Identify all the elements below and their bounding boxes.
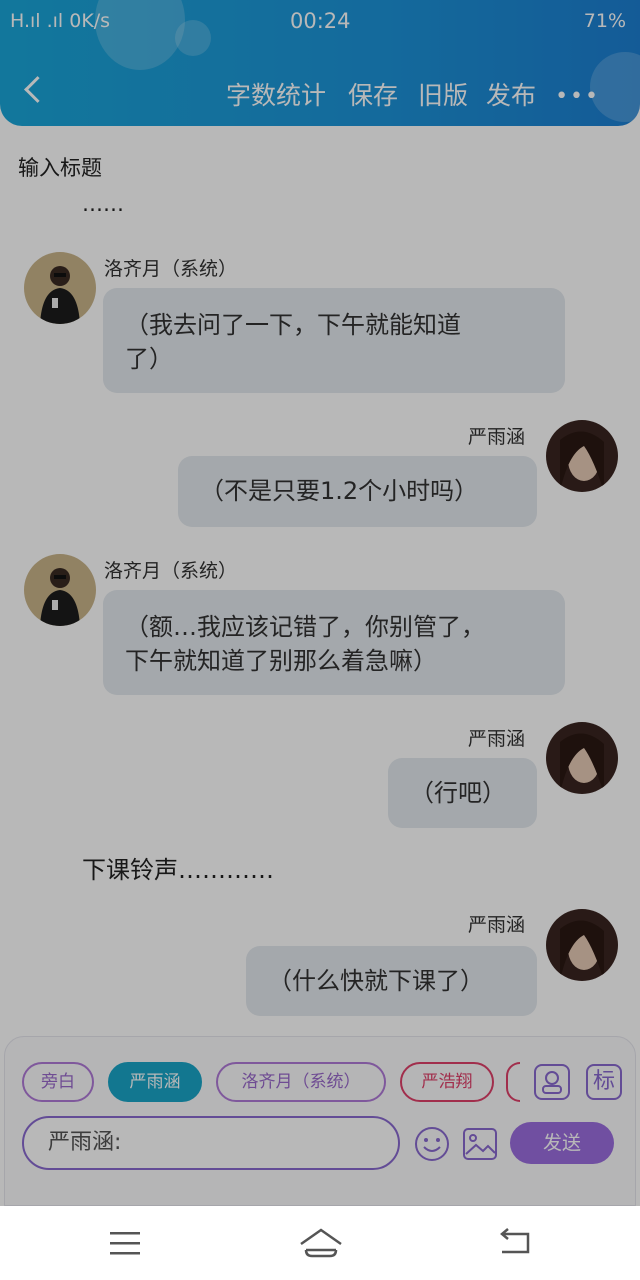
bubble-line: 下午就知道了别那么着急嘛） xyxy=(125,647,437,675)
chip-narrator[interactable]: 旁白 xyxy=(22,1062,94,1102)
avatar-luoqiyue[interactable] xyxy=(24,252,96,324)
tag-icon[interactable]: 标 xyxy=(586,1064,622,1100)
avatar-yanyuhan[interactable] xyxy=(546,909,618,981)
chat-bubble-right[interactable]: （不是只要1.2个小时吗） xyxy=(178,456,537,527)
avatar-yanyuhan[interactable] xyxy=(546,722,618,794)
image-icon[interactable] xyxy=(462,1126,498,1162)
old-version-button[interactable]: 旧版 xyxy=(418,76,468,112)
emoji-icon[interactable] xyxy=(414,1126,450,1162)
bubble-line: （不是只要1.2个小时吗） xyxy=(200,477,479,505)
save-button[interactable]: 保存 xyxy=(348,76,398,112)
chat-bubble-left[interactable]: （我去问了一下，下午就能知道 了） xyxy=(103,288,565,393)
chat-bubble-left[interactable]: （额…我应该记错了，你别管了， 下午就知道了别那么着急嘛） xyxy=(103,590,565,695)
title-input[interactable]: 输入标题 xyxy=(18,152,102,182)
word-count-button[interactable]: 字数统计 xyxy=(226,76,326,112)
clock: 00:24 xyxy=(290,9,351,33)
bubble-line: （我去问了一下，下午就能知道 xyxy=(125,311,461,339)
bubble-line: （行吧） xyxy=(410,779,506,807)
sender-name: 严雨涵 xyxy=(468,728,526,750)
sender-name: 严雨涵 xyxy=(468,914,526,936)
status-bar: H.ıl .ıl 0K/s 00:24 71% xyxy=(0,0,640,44)
sender-name: 洛齐月（系统） xyxy=(104,258,238,280)
bubble-line: 了） xyxy=(125,345,173,373)
chat-bubble-right[interactable]: （行吧） xyxy=(388,758,537,828)
back-button[interactable] xyxy=(22,72,48,108)
sender-name: 严雨涵 xyxy=(468,426,526,448)
sender-name: 洛齐月（系统） xyxy=(104,560,238,582)
message-input[interactable]: 严雨涵: xyxy=(22,1116,400,1170)
avatar-yanyuhan[interactable] xyxy=(546,420,618,492)
narration-text: 下课铃声………… xyxy=(82,856,274,884)
signal-text: H.ıl .ıl 0K/s xyxy=(10,10,111,32)
home-icon[interactable] xyxy=(298,1226,344,1260)
bubble-line: （什么快就下课了） xyxy=(268,967,484,995)
menu-icon[interactable] xyxy=(108,1230,142,1256)
narration-text: …… xyxy=(82,192,124,216)
publish-button[interactable]: 发布 xyxy=(486,76,536,112)
avatar-luoqiyue[interactable] xyxy=(24,554,96,626)
character-icon[interactable] xyxy=(534,1064,570,1100)
chip-luoqiyue[interactable]: 洛齐月（系统） xyxy=(216,1062,386,1102)
system-nav-bar xyxy=(0,1206,640,1280)
back-nav-icon[interactable] xyxy=(498,1228,532,1258)
bubble-line: （额…我应该记错了，你别管了， xyxy=(125,613,485,641)
chip-yanyuhan[interactable]: 严雨涵 xyxy=(108,1062,202,1102)
app-header: H.ıl .ıl 0K/s 00:24 71% 字数统计 保存 旧版 发布 ••… xyxy=(0,0,640,126)
chip-yanhaoxiang[interactable]: 严浩翔 xyxy=(400,1062,494,1102)
battery-text: 71% xyxy=(583,10,626,32)
chat-bubble-right[interactable]: （什么快就下课了） xyxy=(246,946,537,1016)
more-options-button[interactable]: ••• xyxy=(555,84,600,109)
chip-partial[interactable] xyxy=(506,1062,520,1102)
send-button[interactable]: 发送 xyxy=(510,1122,614,1164)
